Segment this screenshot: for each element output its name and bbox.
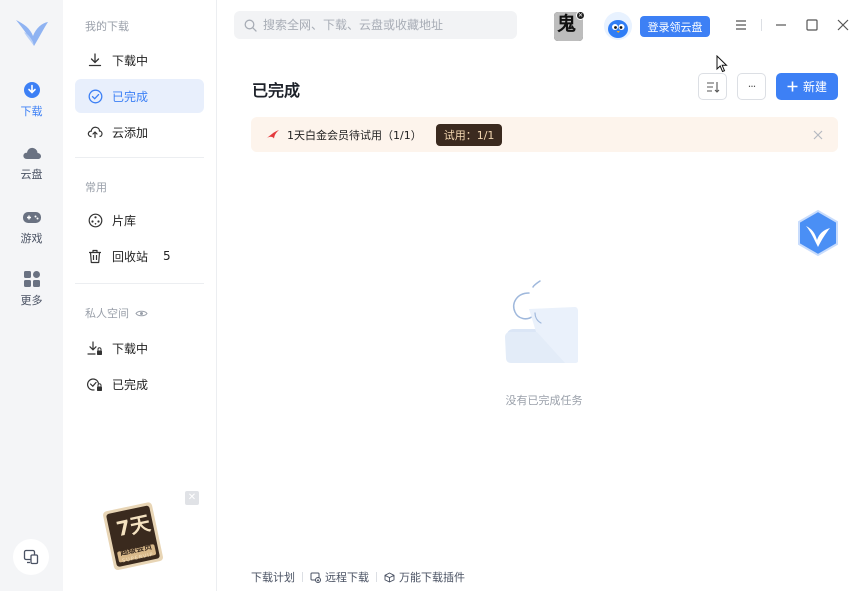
gamepad-icon	[22, 207, 42, 227]
close-icon	[813, 130, 822, 139]
rail-item-more[interactable]: 更多	[0, 269, 63, 317]
trial-count-badge[interactable]: 试用：1/1	[435, 123, 503, 146]
sort-button[interactable]	[698, 73, 727, 100]
sidebar-item-label: 下载中	[112, 53, 149, 68]
empty-state-text: 没有已完成任务	[505, 394, 583, 407]
rail-label: 下载	[20, 105, 43, 118]
apps-grid-icon	[22, 269, 42, 289]
game-close-icon[interactable]: ✕	[576, 11, 585, 20]
sidebar-item-label: 云添加	[112, 125, 149, 140]
rail-label: 游戏	[20, 232, 43, 245]
sidebar-group-title: 私人空间	[85, 305, 148, 321]
trial-banner[interactable]: 1天白金会员待试用（1/1） 试用：1/1	[251, 117, 838, 152]
footer-link-label: 万能下载插件	[399, 571, 465, 584]
plus-icon	[787, 81, 798, 92]
sidebar-divider	[75, 283, 204, 284]
download-lock-icon	[87, 340, 103, 356]
hamburger-icon	[736, 20, 746, 30]
login-button[interactable]: 登录领云盘	[640, 16, 710, 37]
footer-universal-plugin-link[interactable]: 万能下载插件	[384, 569, 465, 585]
download-arrow-icon	[87, 52, 103, 68]
cloud-upload-icon	[87, 124, 103, 140]
new-task-button[interactable]: 新建	[776, 73, 838, 100]
red-bird-icon	[266, 130, 279, 139]
rail-item-game[interactable]: 游戏	[0, 207, 63, 255]
game-avatar-glyph: 鬼	[557, 13, 577, 35]
maximize-button[interactable]	[804, 17, 820, 33]
eye-icon[interactable]	[135, 309, 148, 318]
remote-download-icon	[310, 572, 321, 583]
rail-item-download[interactable]: 下载	[0, 80, 63, 128]
download-circle-icon	[22, 80, 42, 100]
sidebar-item-label: 已完成	[112, 377, 149, 392]
nav-rail: 下载 云盘 游戏 更多	[0, 0, 63, 591]
rail-item-cloud[interactable]: 云盘	[0, 143, 63, 191]
trash-icon	[87, 248, 103, 264]
sidebar-item-film-library[interactable]: 片库	[75, 203, 204, 237]
search-icon	[244, 19, 257, 32]
check-lock-icon	[87, 376, 103, 392]
sidebar-item-label: 下载中	[112, 341, 149, 356]
close-icon	[837, 19, 849, 31]
sort-icon	[706, 81, 719, 93]
maximize-icon	[806, 19, 818, 31]
more-options-button[interactable]: ···	[737, 73, 766, 100]
footer-divider	[376, 572, 377, 582]
device-icon	[23, 549, 39, 565]
rail-label: 云盘	[20, 168, 43, 181]
trial-banner-text: 1天白金会员待试用（1/1）	[287, 128, 422, 142]
cloud-icon	[22, 143, 42, 163]
sidebar-item-cloud-add[interactable]: 云添加	[75, 115, 204, 149]
sidebar-item-label: 片库	[112, 213, 137, 228]
close-icon: ✕	[187, 492, 197, 503]
sidebar-group-title: 我的下载	[85, 20, 129, 33]
footer-download-plan-link[interactable]: 下载计划	[251, 569, 295, 585]
sidebar-divider	[75, 157, 204, 158]
sidebar-item-completed[interactable]: 已完成	[75, 79, 204, 113]
film-reel-icon	[87, 212, 103, 228]
menu-button[interactable]	[733, 17, 749, 33]
rail-label: 更多	[20, 294, 43, 307]
sidebar-item-recycle-bin[interactable]: 回收站 5	[75, 239, 204, 273]
sidebar-group-title: 常用	[85, 181, 107, 194]
footer-link-label: 下载计划	[251, 571, 295, 584]
window-controls-divider	[761, 19, 762, 31]
plugin-cube-icon	[384, 572, 395, 582]
search-input[interactable]	[263, 18, 503, 32]
device-switch-button[interactable]	[13, 539, 49, 575]
minimize-icon	[776, 24, 786, 26]
search-bar[interactable]	[234, 11, 517, 39]
avatar[interactable]	[604, 12, 632, 40]
banner-close-button[interactable]	[811, 128, 824, 141]
minimize-button[interactable]	[773, 17, 789, 33]
recycle-count-badge: 5	[163, 249, 171, 263]
footer-remote-download-link[interactable]: 远程下载	[310, 569, 369, 585]
sidebar-item-downloading[interactable]: 下载中	[75, 43, 204, 77]
page-title: 已完成	[252, 81, 301, 100]
empty-folder-illustration	[505, 280, 578, 363]
sidebar-item-label: 已完成	[112, 89, 149, 104]
floating-assistant-badge[interactable]	[796, 209, 840, 257]
new-task-label: 新建	[802, 80, 827, 94]
bird-avatar-icon	[604, 12, 632, 40]
promo-close-button[interactable]: ✕	[185, 491, 199, 505]
private-space-label: 私人空间	[85, 307, 129, 320]
footer-link-label: 远程下载	[325, 571, 369, 584]
footer-divider	[302, 572, 303, 582]
close-window-button[interactable]	[835, 17, 851, 33]
mouse-cursor-icon	[716, 55, 728, 73]
app-logo-icon	[16, 20, 48, 46]
check-circle-icon	[87, 88, 103, 104]
footer-links: 下载计划 远程下载 万能下载插件	[251, 569, 465, 585]
vip-promo-card[interactable]: 7天 超级会员 SUPERVIP	[100, 500, 168, 572]
sidebar-item-private-downloading[interactable]: 下载中	[75, 331, 204, 365]
sidebar-item-label: 回收站	[112, 249, 149, 264]
